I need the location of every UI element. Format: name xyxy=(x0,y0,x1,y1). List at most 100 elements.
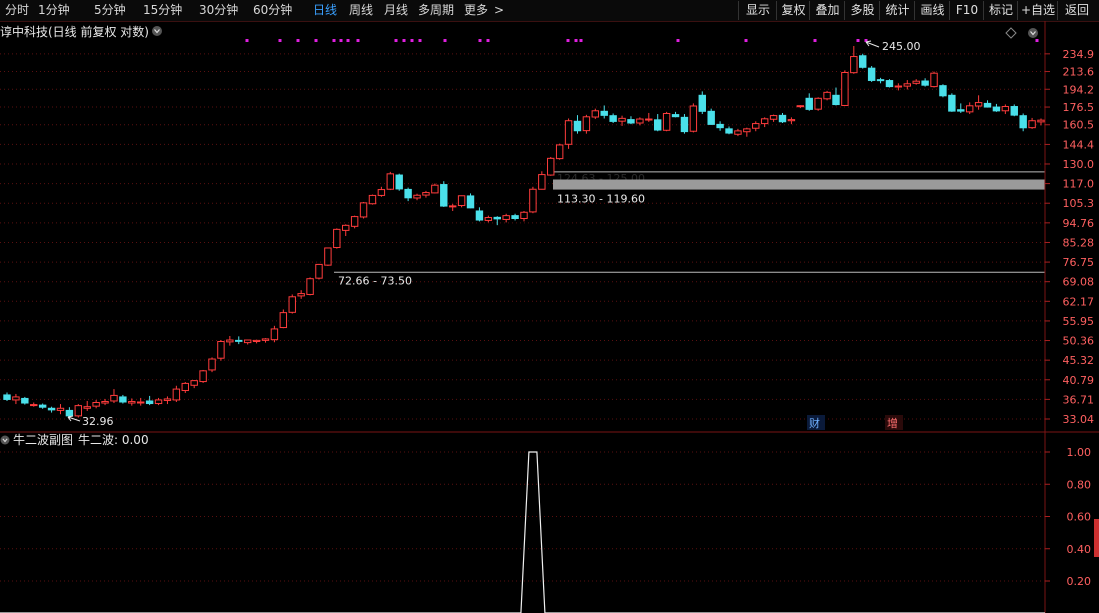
period-tab-15min[interactable]: 15分钟 xyxy=(143,2,182,19)
candle xyxy=(431,183,439,194)
title-dropdown-icon[interactable] xyxy=(152,26,162,36)
candle-body xyxy=(805,97,813,110)
candle-body xyxy=(270,328,279,341)
candle xyxy=(520,210,528,222)
draw-line-button[interactable]: 画线 xyxy=(914,1,950,20)
candle xyxy=(324,247,332,266)
candle xyxy=(716,121,724,131)
period-tab-monthly[interactable]: 月线 xyxy=(384,2,408,19)
candle xyxy=(395,173,403,191)
candle-body xyxy=(333,228,341,249)
candle xyxy=(457,195,466,208)
candle xyxy=(573,115,582,134)
signal-marker xyxy=(744,39,748,42)
display-button[interactable]: 显示 xyxy=(738,1,777,20)
candle xyxy=(778,112,787,124)
candle-body xyxy=(948,94,956,112)
candle-body xyxy=(235,339,243,342)
svg-text:增: 增 xyxy=(887,416,898,430)
candle-body xyxy=(217,340,225,359)
back-button[interactable]: 返回 xyxy=(1057,1,1096,20)
candle xyxy=(796,105,805,109)
sub-panel-dropdown-icon[interactable] xyxy=(0,435,10,445)
candle-body xyxy=(698,94,706,112)
candle-body xyxy=(475,210,484,221)
candle-body xyxy=(921,80,929,86)
candle-body xyxy=(466,195,475,209)
period-tab-60min[interactable]: 60分钟 xyxy=(253,2,292,19)
signal-marker xyxy=(676,39,680,42)
mark-button[interactable]: 标记 xyxy=(983,1,1018,20)
candle xyxy=(3,392,11,401)
statistics-button[interactable]: 统计 xyxy=(879,1,915,20)
candle-body xyxy=(56,407,65,411)
period-tab-more[interactable]: 更多 xyxy=(464,2,488,19)
candle xyxy=(181,382,189,393)
period-tab-1min[interactable]: 1分钟 xyxy=(38,2,70,19)
period-tab-multi[interactable]: 多周期 xyxy=(418,2,454,19)
period-tab-5min[interactable]: 5分钟 xyxy=(94,2,126,19)
candle-body xyxy=(957,109,965,112)
candle-body xyxy=(752,123,760,129)
candle xyxy=(609,113,617,124)
candle xyxy=(814,97,822,111)
candle xyxy=(912,79,920,85)
panel-menu-icon[interactable] xyxy=(1028,28,1038,38)
candle xyxy=(38,403,47,409)
candle-body xyxy=(226,339,234,343)
candle xyxy=(21,396,29,405)
candle-body xyxy=(484,217,493,221)
diamond-icon[interactable] xyxy=(1005,27,1017,39)
candle xyxy=(270,325,279,343)
candle xyxy=(547,156,555,176)
kline-chart[interactable]: 124.63 - 125.00113.30 - 119.6072.66 - 73… xyxy=(0,21,1099,613)
candle xyxy=(1010,104,1018,117)
candle-body xyxy=(716,123,724,129)
signal-marker xyxy=(1035,39,1039,42)
candle-body xyxy=(600,110,608,116)
signal-marker xyxy=(339,39,343,42)
candle xyxy=(743,127,751,137)
candle-body xyxy=(769,115,778,120)
candle xyxy=(466,193,475,209)
candle-body xyxy=(47,407,56,411)
candle xyxy=(948,93,956,112)
candle xyxy=(368,194,377,205)
candle-body xyxy=(493,216,501,220)
candle-body xyxy=(404,188,412,199)
price-tick-label: 33.04 xyxy=(1063,413,1095,426)
candle-body xyxy=(297,293,305,297)
price-tick-label: 194.2 xyxy=(1063,83,1095,96)
candle xyxy=(1028,117,1036,129)
add-watchlist-button[interactable]: +自选 xyxy=(1017,1,1058,20)
candle xyxy=(243,339,252,345)
f10-button[interactable]: F10 xyxy=(949,1,984,20)
candle-body xyxy=(30,404,38,407)
candle-body xyxy=(502,215,510,220)
price-tick-label: 36.71 xyxy=(1063,393,1095,406)
period-tab-intraday[interactable]: 分时 xyxy=(5,2,29,19)
candle-body xyxy=(350,216,359,227)
period-tab-weekly[interactable]: 周线 xyxy=(349,2,373,19)
signal-marker xyxy=(566,39,570,42)
candle-body xyxy=(538,174,546,190)
candle-body xyxy=(903,83,912,87)
multi-stock-button[interactable]: 多股 xyxy=(844,1,880,20)
candle xyxy=(903,80,912,90)
candle-body xyxy=(867,67,876,81)
candle-body xyxy=(368,194,377,205)
candle-body xyxy=(662,112,671,131)
price-tick-label: 234.9 xyxy=(1063,48,1095,61)
sub-tick-label: 0.80 xyxy=(1067,478,1092,491)
low-price-label: 32.96 xyxy=(82,415,114,428)
period-tab-daily[interactable]: 日线 xyxy=(313,2,337,19)
overlay-button[interactable]: 叠加 xyxy=(809,1,845,20)
candle xyxy=(582,114,591,134)
period-tab-30min[interactable]: 30分钟 xyxy=(199,2,238,19)
candle xyxy=(448,203,457,211)
adjust-button[interactable]: 复权 xyxy=(776,1,810,20)
candle xyxy=(502,213,510,223)
candle-body xyxy=(74,405,83,417)
candle xyxy=(636,117,644,126)
candle xyxy=(930,71,938,88)
